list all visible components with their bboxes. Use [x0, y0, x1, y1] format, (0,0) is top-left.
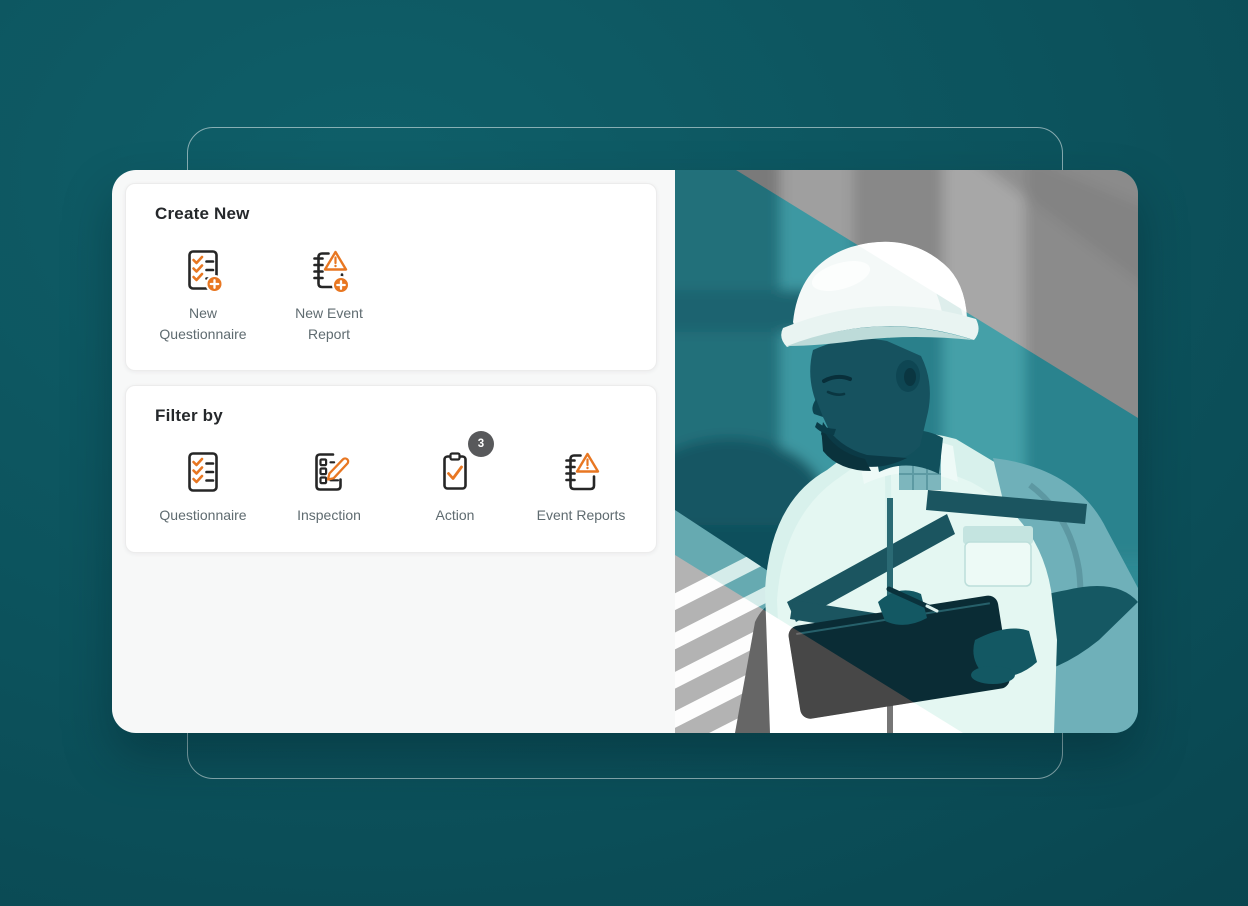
filter-action-button[interactable]: 3 Action: [397, 431, 513, 526]
new-questionnaire-icon: [179, 246, 227, 294]
create-new-items: New Questionnaire New Event Report: [126, 246, 656, 345]
filter-inspection-button[interactable]: Inspection: [271, 448, 387, 526]
action-count-badge: 3: [468, 431, 494, 457]
filter-by-card: Filter by Questionnaire Inspection 3 Act…: [125, 385, 657, 553]
action-label: Action: [435, 507, 475, 523]
event-reports-icon: [557, 448, 605, 496]
inspection-label: Inspection: [297, 507, 361, 523]
new-event-report-label: New Event Report: [295, 305, 363, 342]
inspection-icon: [305, 448, 353, 496]
questionnaire-icon: [179, 448, 227, 496]
new-event-report-icon: [305, 246, 353, 294]
filter-items: Questionnaire Inspection 3 Action Event …: [126, 431, 656, 526]
create-new-title: Create New: [155, 204, 250, 223]
new-questionnaire-label: New Questionnaire: [159, 305, 247, 342]
new-event-report-button[interactable]: New Event Report: [271, 246, 387, 345]
page-background: Create New New Questionnaire New Event R…: [0, 0, 1248, 906]
filter-questionnaire-button[interactable]: Questionnaire: [145, 448, 261, 526]
hero-photo: [675, 170, 1138, 733]
hero-photo-illustration: [675, 170, 1138, 733]
new-questionnaire-button[interactable]: New Questionnaire: [145, 246, 261, 345]
action-icon: 3: [431, 431, 494, 496]
create-new-card: Create New New Questionnaire New Event R…: [125, 183, 657, 371]
filter-event-reports-button[interactable]: Event Reports: [523, 448, 639, 526]
filter-by-title: Filter by: [155, 406, 223, 425]
questionnaire-label: Questionnaire: [159, 507, 247, 523]
actions-panel: Create New New Questionnaire New Event R…: [112, 170, 675, 733]
main-card: Create New New Questionnaire New Event R…: [112, 170, 1138, 733]
event-reports-label: Event Reports: [536, 507, 626, 523]
